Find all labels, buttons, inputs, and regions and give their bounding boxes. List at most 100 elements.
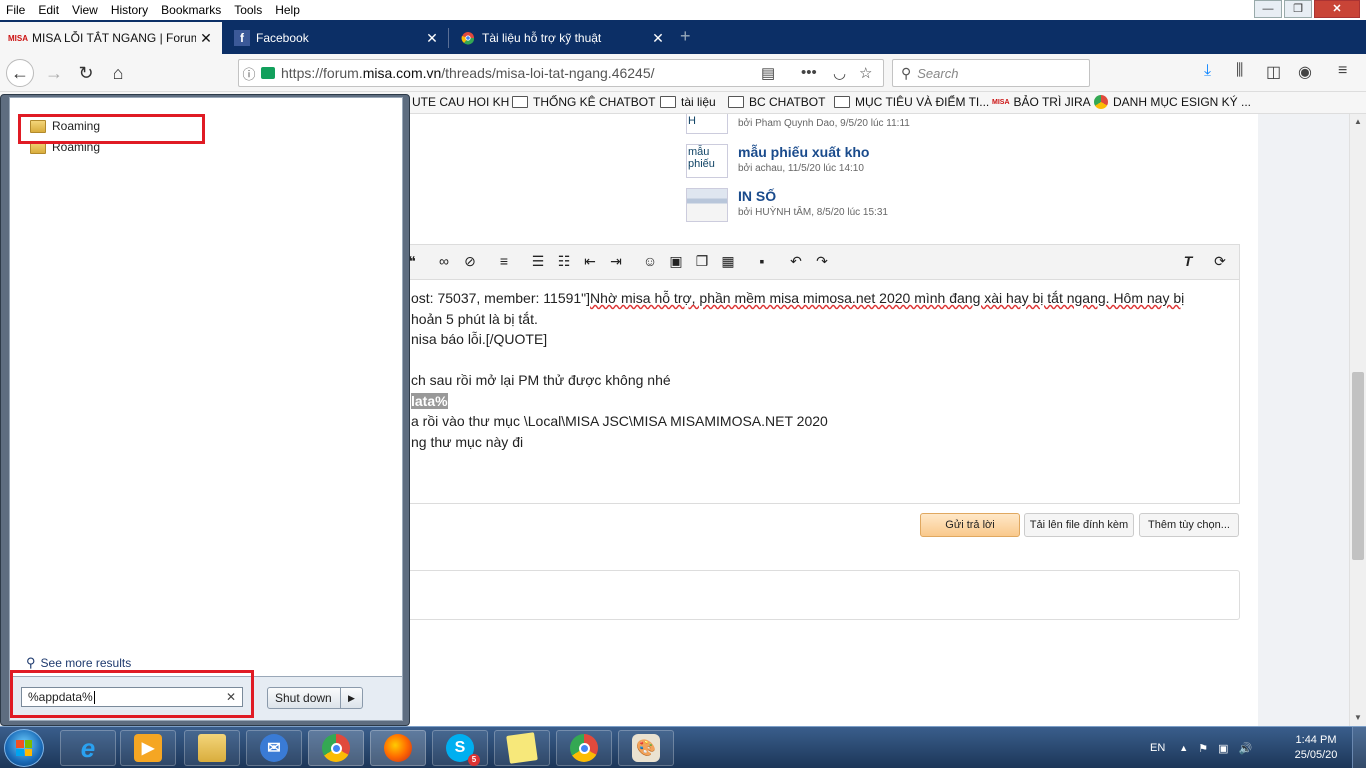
bookmark-danh-muc-esign[interactable]: DANH MỤC ESIGN KÝ ...	[1094, 95, 1251, 109]
page-actions-icon[interactable]: •••	[801, 64, 817, 81]
reload-button[interactable]: ↻	[72, 59, 100, 87]
menu-bookmarks[interactable]: Bookmarks	[155, 3, 228, 17]
close-tab-icon[interactable]: ✕	[196, 30, 216, 47]
menu-file[interactable]: File	[0, 3, 32, 17]
taskbar-chrome-app[interactable]	[556, 730, 612, 766]
folder-icon	[512, 96, 528, 108]
menu-view[interactable]: View	[66, 3, 105, 17]
save-draft-icon[interactable]: ▪	[753, 253, 771, 269]
paint-palette-icon: 🎨	[632, 734, 660, 762]
scroll-up-icon[interactable]: ▲	[1350, 114, 1366, 130]
home-button[interactable]: ⌂	[104, 59, 132, 87]
account-icon[interactable]: ◉	[1298, 62, 1312, 82]
tab-facebook[interactable]: f Facebook ✕	[224, 22, 448, 54]
search-placeholder: Search	[917, 65, 959, 81]
bookmark-muc-tieu[interactable]: MỤC TIÊU VÀ ĐIỂM TI...	[834, 95, 989, 109]
menu-edit[interactable]: Edit	[32, 3, 66, 17]
menu-tools[interactable]: Tools	[228, 3, 269, 17]
bookmark-ute-cau-hoi[interactable]: UTE CAU HOI KH	[412, 95, 509, 109]
taskbar-paint[interactable]: 🎨	[618, 730, 674, 766]
url-bar[interactable]: ⓘ https://forum.misa.com.vn/threads/misa…	[238, 59, 884, 87]
chrome-favicon-icon	[460, 30, 476, 46]
bookmark-bc-chatbot[interactable]: BC CHATBOT	[728, 95, 825, 109]
unlink-icon[interactable]: ⊘	[461, 253, 479, 270]
annotation-highlight	[18, 114, 205, 144]
bookmark-tai-lieu[interactable]: tài liệu	[660, 95, 716, 109]
bullet-list-icon[interactable]: ☰	[529, 253, 547, 270]
info-icon[interactable]: ⓘ	[239, 64, 259, 83]
scroll-down-icon[interactable]: ▼	[1350, 710, 1366, 726]
taskbar-media-player[interactable]: ▶	[120, 730, 176, 766]
menu-help[interactable]: Help	[269, 3, 307, 17]
remove-format-icon[interactable]: T	[1179, 253, 1197, 269]
outdent-icon[interactable]: ⇤	[581, 253, 599, 270]
code-icon[interactable]: ▦	[719, 253, 737, 270]
sidebar-icon[interactable]: ◫	[1266, 62, 1281, 82]
taskbar-internet-explorer[interactable]: e	[60, 730, 116, 766]
tray-expand-icon[interactable]: ▲	[1179, 743, 1188, 753]
vertical-scrollbar[interactable]: ▲ ▼	[1349, 114, 1366, 726]
navigation-bar: ← → ↻ ⌂ ⓘ https://forum.misa.com.vn/thre…	[0, 54, 1366, 92]
numbered-list-icon[interactable]: ☷	[555, 253, 573, 270]
indent-icon[interactable]: ⇥	[607, 253, 625, 270]
bookmark-thong-ke-chatbot[interactable]: THỐNG KÊ CHATBOT	[512, 95, 655, 109]
taskbar-chrome[interactable]	[308, 730, 364, 766]
taskbar-firefox[interactable]	[370, 730, 426, 766]
close-window-button[interactable]: ✕	[1314, 0, 1360, 18]
action-center-flag-icon[interactable]: ⚑	[1198, 742, 1208, 755]
see-more-results-link[interactable]: ⚲ See more results	[26, 655, 131, 671]
close-tab-icon[interactable]: ✕	[648, 30, 668, 47]
media-icon[interactable]: ❐	[693, 253, 711, 270]
scroll-thumb[interactable]	[1352, 372, 1364, 560]
close-tab-icon[interactable]: ✕	[422, 30, 442, 47]
taskbar-sticky-notes[interactable]	[494, 730, 550, 766]
thread-title[interactable]: IN SỐ	[738, 188, 888, 204]
related-thread[interactable]: IN SỐ bởi HUỲNH tÂM, 8/5/20 lúc 15:31	[686, 188, 888, 222]
taskbar-skype[interactable]: S5	[432, 730, 488, 766]
bookmark-label: BẢO TRÌ JIRA	[1013, 95, 1091, 109]
tab-tai-lieu[interactable]: Tài liệu hỗ trợ kỹ thuật ✕	[450, 22, 674, 54]
toggle-bbcode-icon[interactable]: ⟳	[1211, 253, 1229, 270]
reader-view-icon[interactable]: ▤	[761, 64, 775, 82]
related-thread[interactable]: mẫu phiếu mẫu phiếu xuất kho bởi achau, 1…	[686, 144, 869, 178]
back-button[interactable]: ←	[6, 59, 34, 87]
link-icon[interactable]: ∞	[435, 253, 453, 269]
upload-attachment-button[interactable]: Tải lên file đính kèm	[1024, 513, 1134, 537]
start-button[interactable]	[4, 729, 44, 767]
windows-logo-icon	[16, 740, 32, 756]
related-thread[interactable]: H bởi Pham Quynh Dao, 9/5/20 lúc 11:11	[686, 114, 910, 134]
library-icon[interactable]: ⫼	[1236, 62, 1243, 80]
volume-icon[interactable]: 🔊	[1238, 742, 1252, 755]
new-tab-button[interactable]: +	[680, 26, 691, 47]
reply-editor[interactable]: ost: 75037, member: 11591"]Nhờ misa hỗ t…	[398, 280, 1240, 504]
minimize-button[interactable]: —	[1254, 0, 1282, 18]
more-options-button[interactable]: Thêm tùy chọn...	[1139, 513, 1239, 537]
shutdown-button[interactable]: Shut down ▶	[267, 687, 363, 709]
maximize-button[interactable]: ❐	[1284, 0, 1312, 18]
taskbar-file-explorer[interactable]	[184, 730, 240, 766]
system-clock[interactable]: 1:44 PM 25/05/20	[1286, 733, 1346, 763]
taskbar-mail[interactable]: ✉	[246, 730, 302, 766]
forward-button[interactable]: →	[40, 59, 68, 87]
show-desktop-button[interactable]	[1352, 727, 1366, 768]
image-icon[interactable]: ▣	[667, 253, 685, 270]
align-left-icon[interactable]: ≡	[495, 253, 513, 269]
send-reply-button[interactable]: Gửi trả lời	[920, 513, 1020, 537]
network-icon[interactable]: ▣	[1218, 742, 1228, 755]
search-bar[interactable]: ⚲ Search	[892, 59, 1090, 87]
thread-title[interactable]: mẫu phiếu xuất kho	[738, 144, 869, 160]
shutdown-options-arrow-icon[interactable]: ▶	[340, 688, 362, 708]
bookmark-star-icon[interactable]: ☆	[859, 64, 872, 82]
taskbar: e ▶ ✉ S5 🎨 EN ▲ ⚑ ▣ 🔊 1:44 PM 25/05/20	[0, 726, 1366, 768]
pocket-icon[interactable]: ◡	[833, 64, 846, 82]
redo-icon[interactable]: ↷	[813, 253, 831, 270]
undo-icon[interactable]: ↶	[787, 253, 805, 270]
tab-misa-forum[interactable]: MISA MISA LỖI TẮT NGANG | Forum ✕	[0, 22, 222, 54]
downloads-icon[interactable]: ⤓	[1204, 62, 1211, 80]
menu-history[interactable]: History	[105, 3, 155, 17]
smiley-icon[interactable]: ☺	[641, 253, 659, 269]
hamburger-menu-icon[interactable]: ≡	[1338, 62, 1347, 80]
bookmark-bao-tri-jira[interactable]: MISA BẢO TRÌ JIRA	[992, 95, 1091, 109]
language-indicator[interactable]: EN	[1150, 742, 1165, 754]
editor-line: lata%	[411, 393, 448, 409]
